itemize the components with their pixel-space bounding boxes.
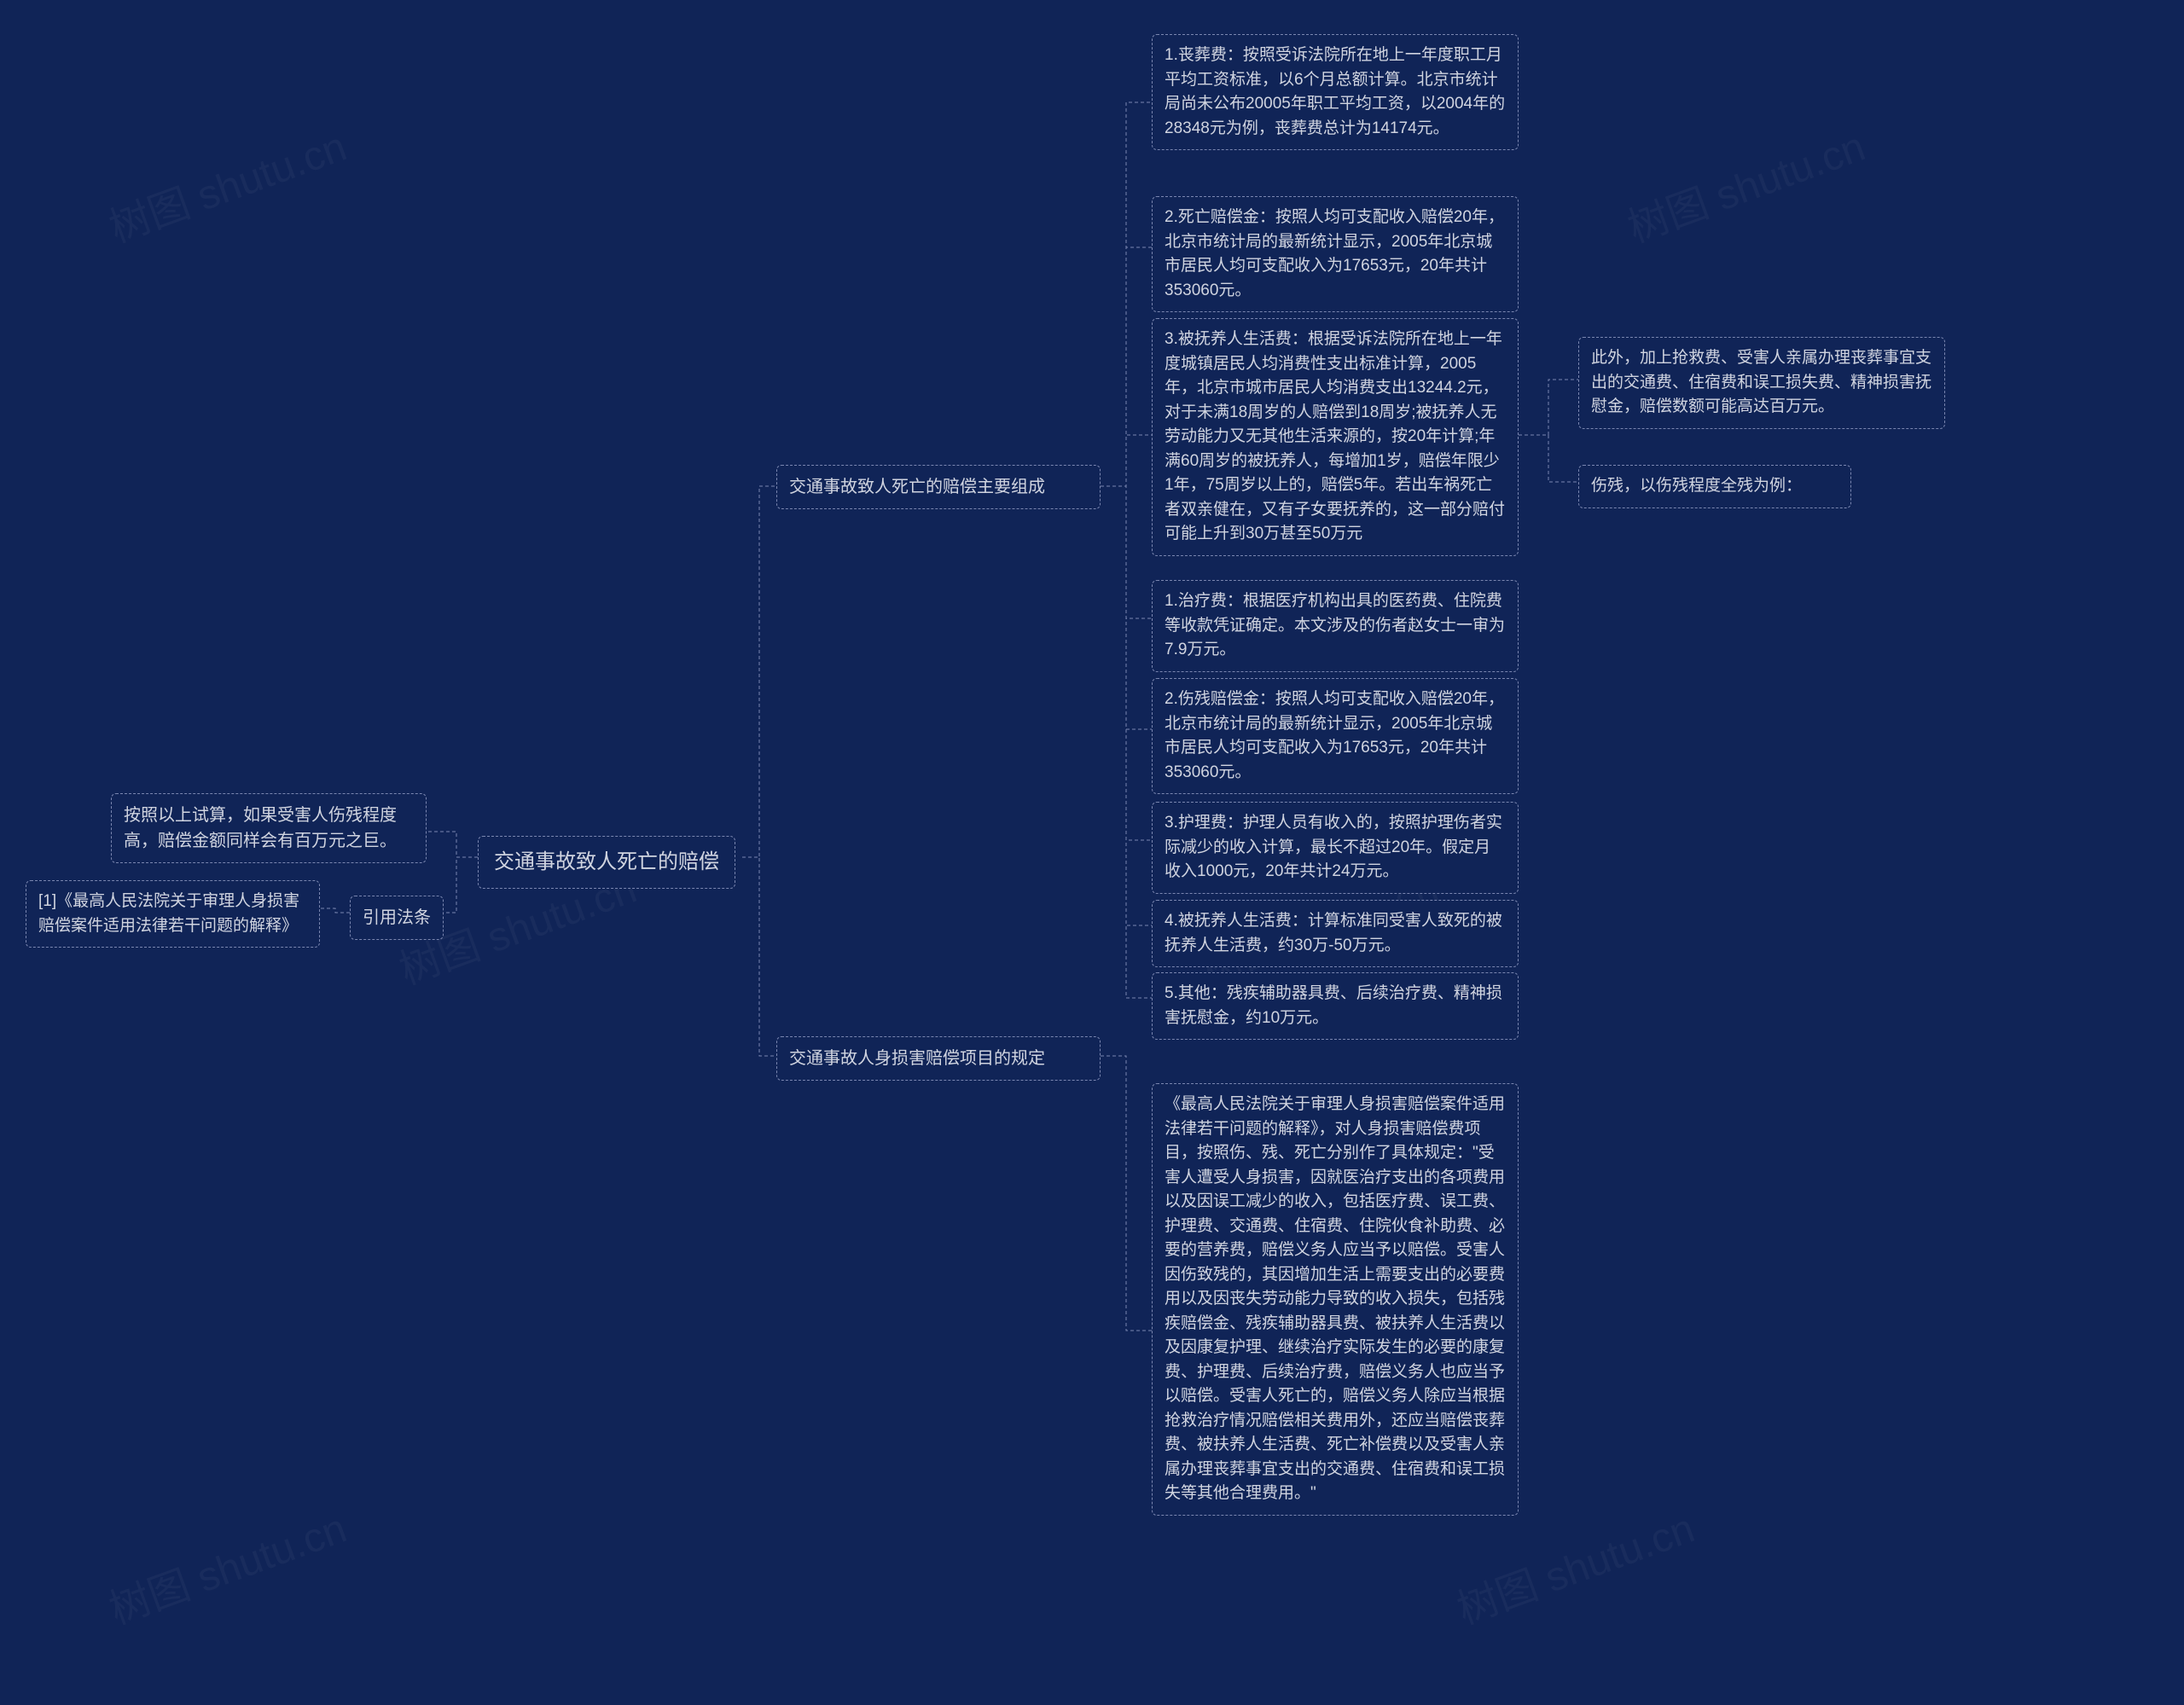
comp-item-6: 3.护理费：护理人员有收入的，按照护理伤者实际减少的收入计算，最长不超过20年。… <box>1152 802 1519 894</box>
comp-item-4: 1.治疗费：根据医疗机构出具的医药费、住院费等收款凭证确定。本文涉及的伤者赵女士… <box>1152 580 1519 672</box>
extra-note-1: 此外，加上抢救费、受害人亲属办理丧葬事宜支出的交通费、住宿费和误工损失费、精神损… <box>1578 337 1945 429</box>
comp-item-8: 5.其他：残疾辅助器具费、后续治疗费、精神损害抚慰金，约10万元。 <box>1152 972 1519 1040</box>
comp-item-3: 3.被抚养人生活费：根据受诉法院所在地上一年度城镇居民人均消费性支出标准计算，2… <box>1152 318 1519 556</box>
composition-label-node: 交通事故致人死亡的赔偿主要组成 <box>776 465 1101 509</box>
comp-item-1: 1.丧葬费：按照受诉法院所在地上一年度职工月平均工资标准，以6个月总额计算。北京… <box>1152 34 1519 150</box>
extra-note-2: 伤残，以伤残程度全残为例： <box>1578 465 1851 508</box>
cite-ref-node: [1]《最高人民法院关于审理人身损害赔偿案件适用法律若干问题的解释》 <box>26 880 320 948</box>
watermark: 树图 shutu.cn <box>100 1494 353 1635</box>
watermark: 树图 shutu.cn <box>1448 1494 1701 1635</box>
provision-label-node: 交通事故人身损害赔偿项目的规定 <box>776 1036 1101 1081</box>
comp-item-5: 2.伤残赔偿金：按照人均可支配收入赔偿20年，北京市统计局的最新统计显示，200… <box>1152 678 1519 794</box>
cite-label-node: 引用法条 <box>350 896 444 940</box>
watermark: 树图 shutu.cn <box>100 113 353 253</box>
provision-text-node: 《最高人民法院关于审理人身损害赔偿案件适用法律若干问题的解释》，对人身损害赔偿费… <box>1152 1083 1519 1516</box>
watermark: 树图 shutu.cn <box>1618 113 1872 253</box>
comp-item-7: 4.被抚养人生活费：计算标准同受害人致死的被抚养人生活费，约30万-50万元。 <box>1152 900 1519 967</box>
root-node: 交通事故致人死亡的赔偿 <box>478 836 735 889</box>
comp-item-2: 2.死亡赔偿金：按照人均可支配收入赔偿20年，北京市统计局的最新统计显示，200… <box>1152 196 1519 312</box>
left-note: 按照以上试算，如果受害人伤残程度高，赔偿金额同样会有百万元之巨。 <box>111 793 427 863</box>
